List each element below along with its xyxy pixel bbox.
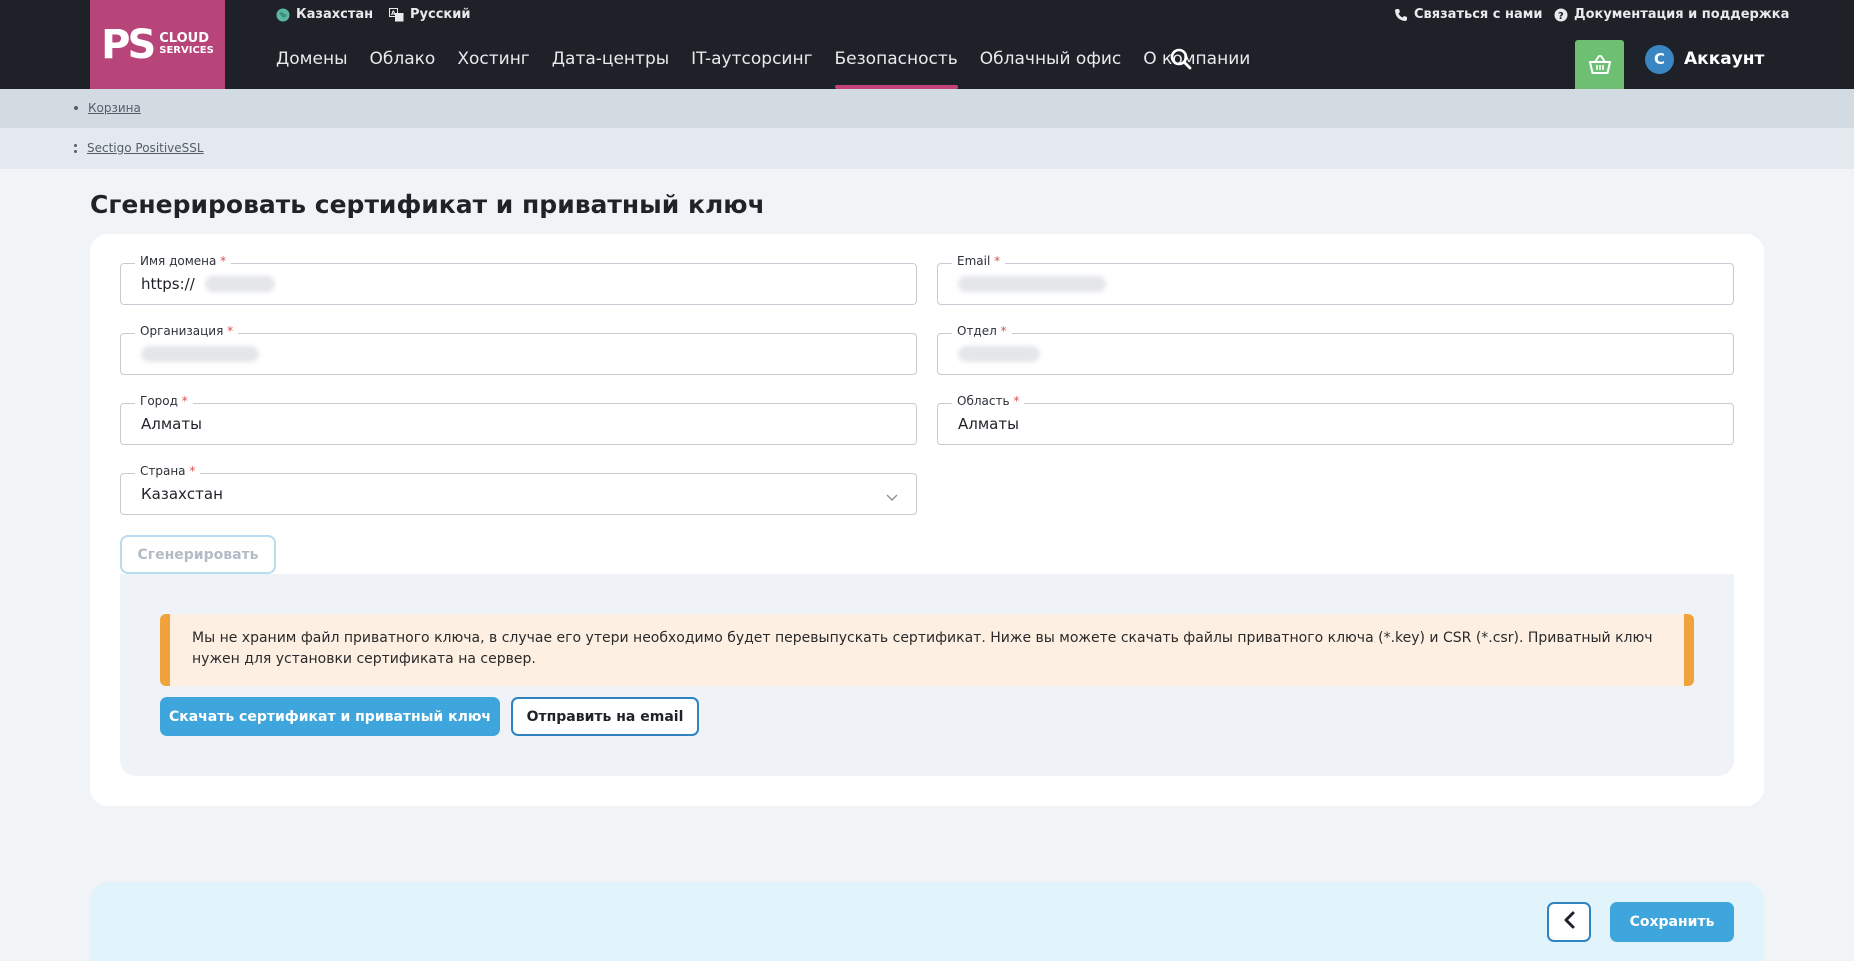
region-label: Казахстан	[296, 7, 374, 22]
nav-item-security[interactable]: Безопасность	[824, 29, 969, 89]
phone-icon	[1393, 7, 1408, 22]
download-cert-button[interactable]: Скачать сертификат и приватный ключ	[160, 697, 500, 736]
city-field[interactable]: Город * Алматы	[120, 394, 917, 445]
basket-icon	[1588, 55, 1611, 79]
breadcrumb-level-2: Sectigo PositiveSSL	[0, 128, 1854, 169]
page-title: Сгенерировать сертификат и приватный клю…	[90, 190, 765, 219]
chevron-down-icon	[886, 488, 898, 501]
nav-item-domains[interactable]: Домены	[265, 29, 359, 89]
nav-item-cloud-office[interactable]: Облачный офис	[969, 29, 1133, 89]
city-field-value: Алматы	[141, 415, 202, 433]
globe-icon	[275, 7, 290, 22]
email-field[interactable]: Email *	[937, 254, 1734, 305]
nav-item-hosting[interactable]: Хостинг	[446, 29, 540, 89]
private-key-notice: Мы не храним файл приватного ключа, в сл…	[160, 614, 1694, 686]
docs-support-link[interactable]: ? Документация и поддержка	[1553, 0, 1789, 29]
nav-item-cloud[interactable]: Облако	[359, 29, 447, 89]
department-field[interactable]: Отдел *	[937, 324, 1734, 375]
save-button[interactable]: Сохранить	[1610, 902, 1734, 942]
domain-field[interactable]: Имя домена * https://	[120, 254, 917, 305]
language-selector[interactable]: A Русский	[389, 0, 470, 29]
account-menu[interactable]: С Аккаунт	[1645, 44, 1764, 74]
nav-item-datacenters[interactable]: Дата-центры	[541, 29, 680, 89]
breadcrumb-link-product[interactable]: Sectigo PositiveSSL	[87, 141, 204, 155]
cart-button[interactable]	[1575, 40, 1624, 94]
breadcrumb-link-cart[interactable]: Корзина	[88, 101, 141, 115]
region-selector[interactable]: Казахстан	[275, 0, 373, 29]
footer-action-bar	[90, 882, 1764, 961]
svg-text:A: A	[391, 10, 396, 17]
avatar: С	[1645, 44, 1674, 74]
contact-link[interactable]: Связаться с нами	[1393, 0, 1543, 29]
redacted-value	[204, 276, 275, 292]
logo-line-1: CLOUD	[159, 31, 210, 47]
email-field-value	[958, 264, 1106, 304]
breadcrumb-level-1: Корзина	[0, 89, 1854, 128]
ps-cloud-logo[interactable]: PS CLOUD SERVICES	[90, 0, 225, 89]
logo-line-2: SERVICES	[159, 45, 214, 57]
docs-label: Документация и поддержка	[1574, 7, 1790, 22]
search-icon[interactable]	[1170, 48, 1192, 70]
send-email-button[interactable]: Отправить на email	[511, 697, 699, 736]
redacted-value	[958, 276, 1106, 292]
country-select[interactable]: Страна * Казахстан	[120, 464, 917, 515]
logo-mark: PS	[101, 21, 156, 68]
bullet-icon	[74, 106, 78, 110]
nav-item-about[interactable]: О компании	[1132, 29, 1261, 89]
breadcrumb-item-product: Sectigo PositiveSSL	[74, 141, 204, 155]
top-utility-bar: Казахстан A Русский Связаться с нами ? Д…	[0, 0, 1854, 29]
domain-prefix: https://	[141, 275, 195, 293]
generate-button[interactable]: Сгенерировать	[120, 535, 276, 574]
region-field[interactable]: Область * Алматы	[937, 394, 1734, 445]
department-field-value	[958, 334, 1040, 374]
domain-field-value: https://	[141, 264, 275, 304]
redacted-value	[958, 346, 1040, 362]
vertical-dots-icon	[74, 143, 77, 153]
contact-label: Связаться с нами	[1414, 7, 1543, 22]
redacted-value	[141, 346, 259, 362]
breadcrumb-item-cart: Корзина	[74, 101, 141, 115]
svg-text:?: ?	[1558, 11, 1564, 22]
logo-text: CLOUD SERVICES	[159, 32, 214, 56]
region-field-value: Алматы	[958, 415, 1019, 433]
notice-text: Мы не храним файл приватного ключа, в сл…	[192, 630, 1653, 667]
country-select-value: Казахстан	[141, 485, 223, 503]
organization-field[interactable]: Организация *	[120, 324, 917, 375]
translate-icon: A	[389, 7, 404, 22]
main-menu: Домены Облако Хостинг Дата-центры IT-аут…	[265, 29, 1261, 89]
help-icon: ?	[1553, 7, 1568, 22]
back-button[interactable]	[1547, 902, 1591, 942]
organization-field-value	[141, 334, 259, 374]
nav-item-it-outsourcing[interactable]: IT-аутсорсинг	[680, 29, 823, 89]
account-label: Аккаунт	[1684, 49, 1765, 69]
language-label: Русский	[410, 7, 471, 22]
chevron-left-icon	[1562, 911, 1576, 933]
